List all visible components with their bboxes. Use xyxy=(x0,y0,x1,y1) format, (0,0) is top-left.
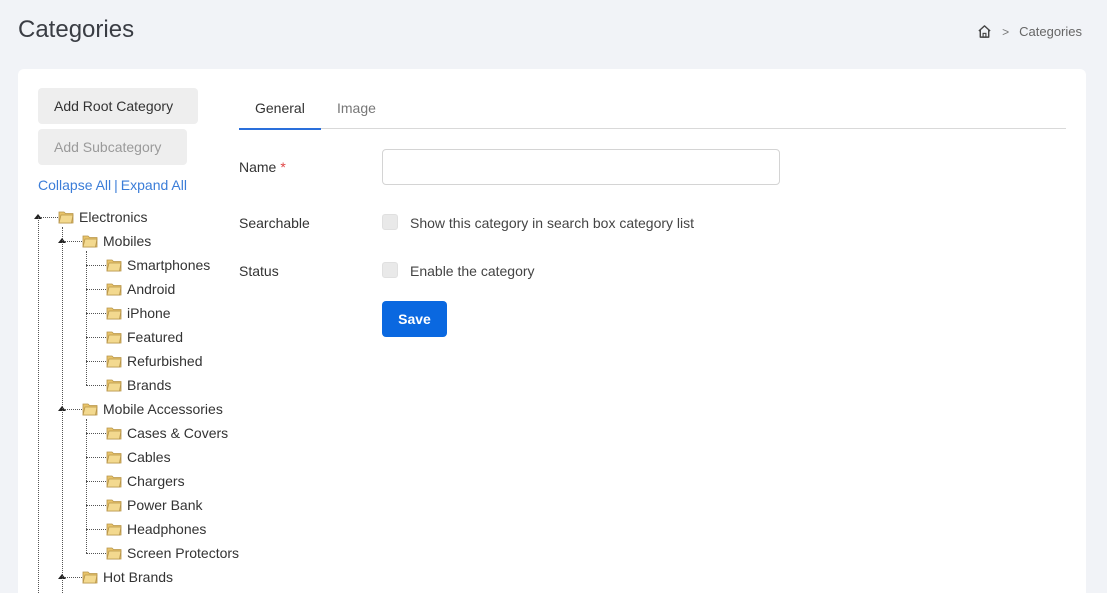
category-tree: Electronics Mobiles Smartphones Android iPho… xyxy=(18,69,258,593)
folder-icon xyxy=(106,546,122,560)
status-checkbox-label[interactable]: Enable the category xyxy=(410,263,535,279)
tree-node[interactable]: Cases & Covers xyxy=(106,423,228,443)
tree-connector xyxy=(86,289,106,290)
tree-node[interactable]: Brands xyxy=(106,375,171,395)
tree-node[interactable]: Android xyxy=(106,279,175,299)
tree-node[interactable]: Screen Protectors xyxy=(106,543,239,563)
tree-node-label: Hot Brands xyxy=(103,569,174,585)
folder-icon xyxy=(58,210,74,224)
folder-icon xyxy=(106,498,122,512)
tree-node-label: Brands xyxy=(127,377,172,393)
folder-icon xyxy=(82,402,98,416)
tree-node-label: Mobiles xyxy=(103,233,152,249)
folder-icon xyxy=(106,354,122,368)
tree-node-label: Screen Protectors xyxy=(127,545,240,561)
folder-icon xyxy=(106,522,122,536)
tree-node-label: Cases & Covers xyxy=(127,425,229,441)
tree-connector xyxy=(86,529,106,530)
tree-node-label: Chargers xyxy=(127,473,185,489)
tree-connector xyxy=(86,337,106,338)
home-icon[interactable] xyxy=(977,24,992,39)
save-button[interactable]: Save xyxy=(382,301,447,337)
tab-image[interactable]: Image xyxy=(321,95,392,129)
tree-node[interactable]: Hot Brands xyxy=(82,567,173,587)
tree-node-label: Refurbished xyxy=(127,353,203,369)
folder-icon xyxy=(106,450,122,464)
tree-guide xyxy=(62,227,63,593)
tree-guide xyxy=(86,251,87,385)
tree-node[interactable]: Headphones xyxy=(106,519,206,539)
breadcrumb-separator: > xyxy=(1002,24,1010,39)
folder-icon xyxy=(106,330,122,344)
status-checkbox[interactable] xyxy=(382,262,398,278)
name-label: Name * xyxy=(239,159,286,175)
tab-general[interactable]: General xyxy=(239,95,321,130)
tree-node[interactable]: Power Bank xyxy=(106,495,202,515)
searchable-checkbox-label[interactable]: Show this category in search box categor… xyxy=(410,215,694,231)
tree-node-label: Mobile Accessories xyxy=(103,401,223,417)
tree-node[interactable]: iPhone xyxy=(106,303,171,323)
category-card: Add Root Category Add Subcategory Collap… xyxy=(18,69,1086,593)
tree-node[interactable]: Refurbished xyxy=(106,351,203,371)
tree-connector xyxy=(86,505,106,506)
tree-node[interactable]: Chargers xyxy=(106,471,185,491)
searchable-label: Searchable xyxy=(239,215,310,231)
tree-node[interactable]: Mobiles xyxy=(82,231,151,251)
tree-connector xyxy=(86,553,106,554)
tree-guide xyxy=(86,419,87,553)
breadcrumb: > Categories xyxy=(977,24,1082,39)
required-marker: * xyxy=(280,159,286,175)
tree-node-label: Smartphones xyxy=(127,257,211,273)
name-input[interactable] xyxy=(382,149,780,185)
tree-connector xyxy=(86,265,106,266)
tree-connector xyxy=(86,361,106,362)
folder-icon xyxy=(82,234,98,248)
folder-icon xyxy=(106,426,122,440)
tree-guide xyxy=(38,217,39,593)
tree-node-label: Headphones xyxy=(127,521,207,537)
tab-bar: General Image xyxy=(239,95,1066,130)
tree-connector xyxy=(86,433,106,434)
tree-node[interactable]: Featured xyxy=(106,327,183,347)
tree-node[interactable]: Mobile Accessories xyxy=(82,399,223,419)
tree-node-label: Android xyxy=(127,281,176,297)
status-label: Status xyxy=(239,263,279,279)
folder-icon xyxy=(82,570,98,584)
tree-node-label: Cables xyxy=(127,449,171,465)
folder-icon xyxy=(106,474,122,488)
folder-icon xyxy=(106,378,122,392)
tree-node[interactable]: Smartphones xyxy=(106,255,210,275)
breadcrumb-current: Categories xyxy=(1019,24,1082,39)
tree-node[interactable]: Cables xyxy=(106,447,171,467)
folder-icon xyxy=(106,282,122,296)
tree-node-label: Electronics xyxy=(79,209,148,225)
tree-node-label: Featured xyxy=(127,329,184,345)
tree-node-label: Power Bank xyxy=(127,497,203,513)
tree-connector xyxy=(86,457,106,458)
tree-connector xyxy=(86,385,106,386)
tree-node[interactable]: Electronics xyxy=(58,207,147,227)
tree-connector xyxy=(86,313,106,314)
page-title: Categories xyxy=(18,16,135,43)
searchable-checkbox[interactable] xyxy=(382,214,398,230)
folder-icon xyxy=(106,306,122,320)
tree-node-label: iPhone xyxy=(127,305,171,321)
tree-connector xyxy=(86,481,106,482)
folder-icon xyxy=(106,258,122,272)
